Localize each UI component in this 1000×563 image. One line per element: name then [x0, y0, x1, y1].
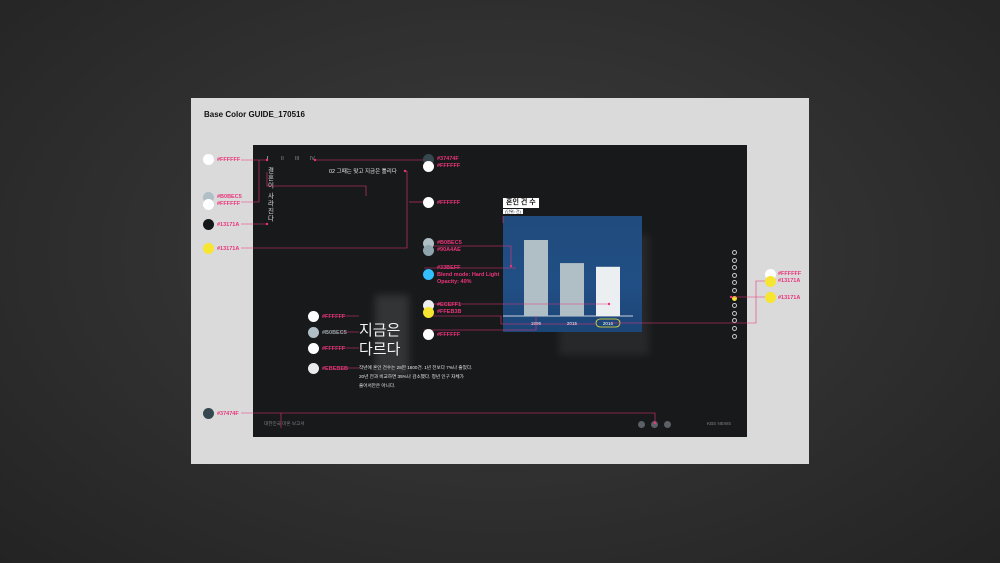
- paragraph-line-1: 작년에 혼인 건수는 28만 1600건. 1년 전보다 7%나 줄었다.: [359, 365, 473, 370]
- subtitle: 02 그때는 맞고 지금은 틀리다: [329, 169, 397, 175]
- swatch-dark: [203, 219, 214, 230]
- page-indicator-dot[interactable]: [732, 303, 737, 309]
- label-text-1: #FFFFFF: [322, 314, 346, 320]
- paragraph-line-3: 줄어서만은 아니다.: [359, 383, 396, 388]
- tick-label-2016: 2016: [603, 321, 614, 326]
- page-indicator-dot[interactable]: [732, 310, 737, 316]
- swatch-right-yellow: [765, 276, 776, 287]
- label-bar-b: #90A4AE: [437, 247, 461, 253]
- label-title-white: #FFFFFF: [437, 200, 461, 206]
- screen-mockup: I II III IV 결혼이 사라진다 02 그때는 맞고 지금은 틀리다 혼…: [253, 145, 747, 437]
- swatch-yellow: [203, 243, 214, 254]
- label-blend-c: Opacity: 40%: [437, 279, 472, 285]
- label-blend-b: Blend mode: Hard Light: [437, 272, 500, 278]
- swatch-text-3: [308, 343, 319, 354]
- swatch-gray-blue: [203, 408, 214, 419]
- kakao-share-icon[interactable]: [651, 421, 658, 428]
- label-dark-2: #13171A: [217, 246, 240, 252]
- page-indicator-dot[interactable]: [732, 318, 737, 324]
- label-top-a: #37474F: [437, 156, 459, 162]
- swatch-text-1: [308, 311, 319, 322]
- page-indicator-dot[interactable]: [732, 257, 737, 263]
- swatch-axis-b: [423, 307, 434, 318]
- swatch-right-yellow-2: [765, 292, 776, 303]
- label-axis-b: #FFEB3B: [437, 309, 462, 315]
- bar-2015: [560, 263, 584, 316]
- label-light-gray: #B0BEC5: [217, 194, 242, 200]
- label-white: #FFFFFF: [217, 157, 241, 163]
- swatch-blue: [423, 269, 434, 280]
- page-indicator-dot[interactable]: [732, 295, 737, 301]
- bar-2016: [596, 266, 620, 316]
- label-right-1: #FFFFFF: [778, 271, 802, 277]
- vertical-title: 결혼이 사라진다: [266, 167, 273, 223]
- page-indicator-dot[interactable]: [732, 265, 737, 271]
- facebook-share-icon[interactable]: [638, 421, 645, 428]
- page-indicator-dot[interactable]: [732, 280, 737, 286]
- footer-left: 대한민국 미혼 보고서: [264, 421, 305, 426]
- footer-right: KBS NEWS: [707, 421, 732, 426]
- bar-chart: 1996 2015 2016: [503, 240, 633, 328]
- twitter-share-icon[interactable]: [664, 421, 671, 428]
- label-axis-white: #FFFFFF: [437, 332, 461, 338]
- label-bar-a: #B0BEC5: [437, 240, 462, 246]
- page-indicator-dot[interactable]: [732, 288, 737, 293]
- label-white-2: #FFFFFF: [217, 201, 241, 207]
- label-right-2: #13171A: [778, 278, 801, 284]
- swatch-white-2: [203, 199, 214, 210]
- tick-label-1996: 1996: [531, 321, 542, 326]
- page-indicator-dot[interactable]: [732, 326, 737, 331]
- nav-tick-2[interactable]: II: [281, 156, 284, 162]
- big-text-line-2: 다르다: [359, 340, 401, 358]
- swatch-bar-b: [423, 245, 434, 256]
- label-gray-blue: #37474F: [217, 411, 239, 417]
- label-dark: #13171A: [217, 222, 240, 228]
- swatch-text-2: [308, 327, 319, 338]
- label-right-3: #13171A: [778, 295, 801, 301]
- chart-title: 혼인 건 수: [503, 198, 539, 208]
- label-axis-a: #ECEFF1: [437, 302, 462, 308]
- tick-label-2015: 2015: [567, 321, 578, 326]
- big-text-line-1: 지금은: [359, 321, 401, 339]
- swatch-axis-white: [423, 329, 434, 340]
- label-text-3: #FFFFFF: [322, 346, 346, 352]
- label-text-4: #EBEBEB: [322, 366, 348, 372]
- page-indicator-dot[interactable]: [732, 250, 737, 255]
- swatch-text-4: [308, 363, 319, 374]
- page-indicator-dot[interactable]: [732, 272, 737, 278]
- page-indicator-dot[interactable]: [732, 333, 737, 339]
- paragraph-line-2: 20년 전과 비교하면 35%나 감소했다. 청년 인구 자체가: [359, 374, 464, 379]
- nav-tick-1[interactable]: I: [267, 156, 268, 162]
- nav-tick-3[interactable]: III: [295, 156, 299, 162]
- guide-card: Base Color GUIDE_170516 I II III IV 결혼이 …: [191, 98, 809, 464]
- card-title: Base Color GUIDE_170516: [204, 110, 305, 119]
- swatch-title-white: [423, 197, 434, 208]
- swatch-white: [203, 154, 214, 165]
- bar-1996: [524, 240, 548, 316]
- chart-unit: (단위: 건): [503, 209, 523, 214]
- label-blend-a: #33BEFF: [437, 265, 461, 271]
- swatch-white-top: [423, 161, 434, 172]
- nav-tick-4[interactable]: IV: [310, 156, 315, 162]
- label-text-2: #B0BEC5: [322, 330, 347, 336]
- label-top-b: #FFFFFF: [437, 163, 461, 169]
